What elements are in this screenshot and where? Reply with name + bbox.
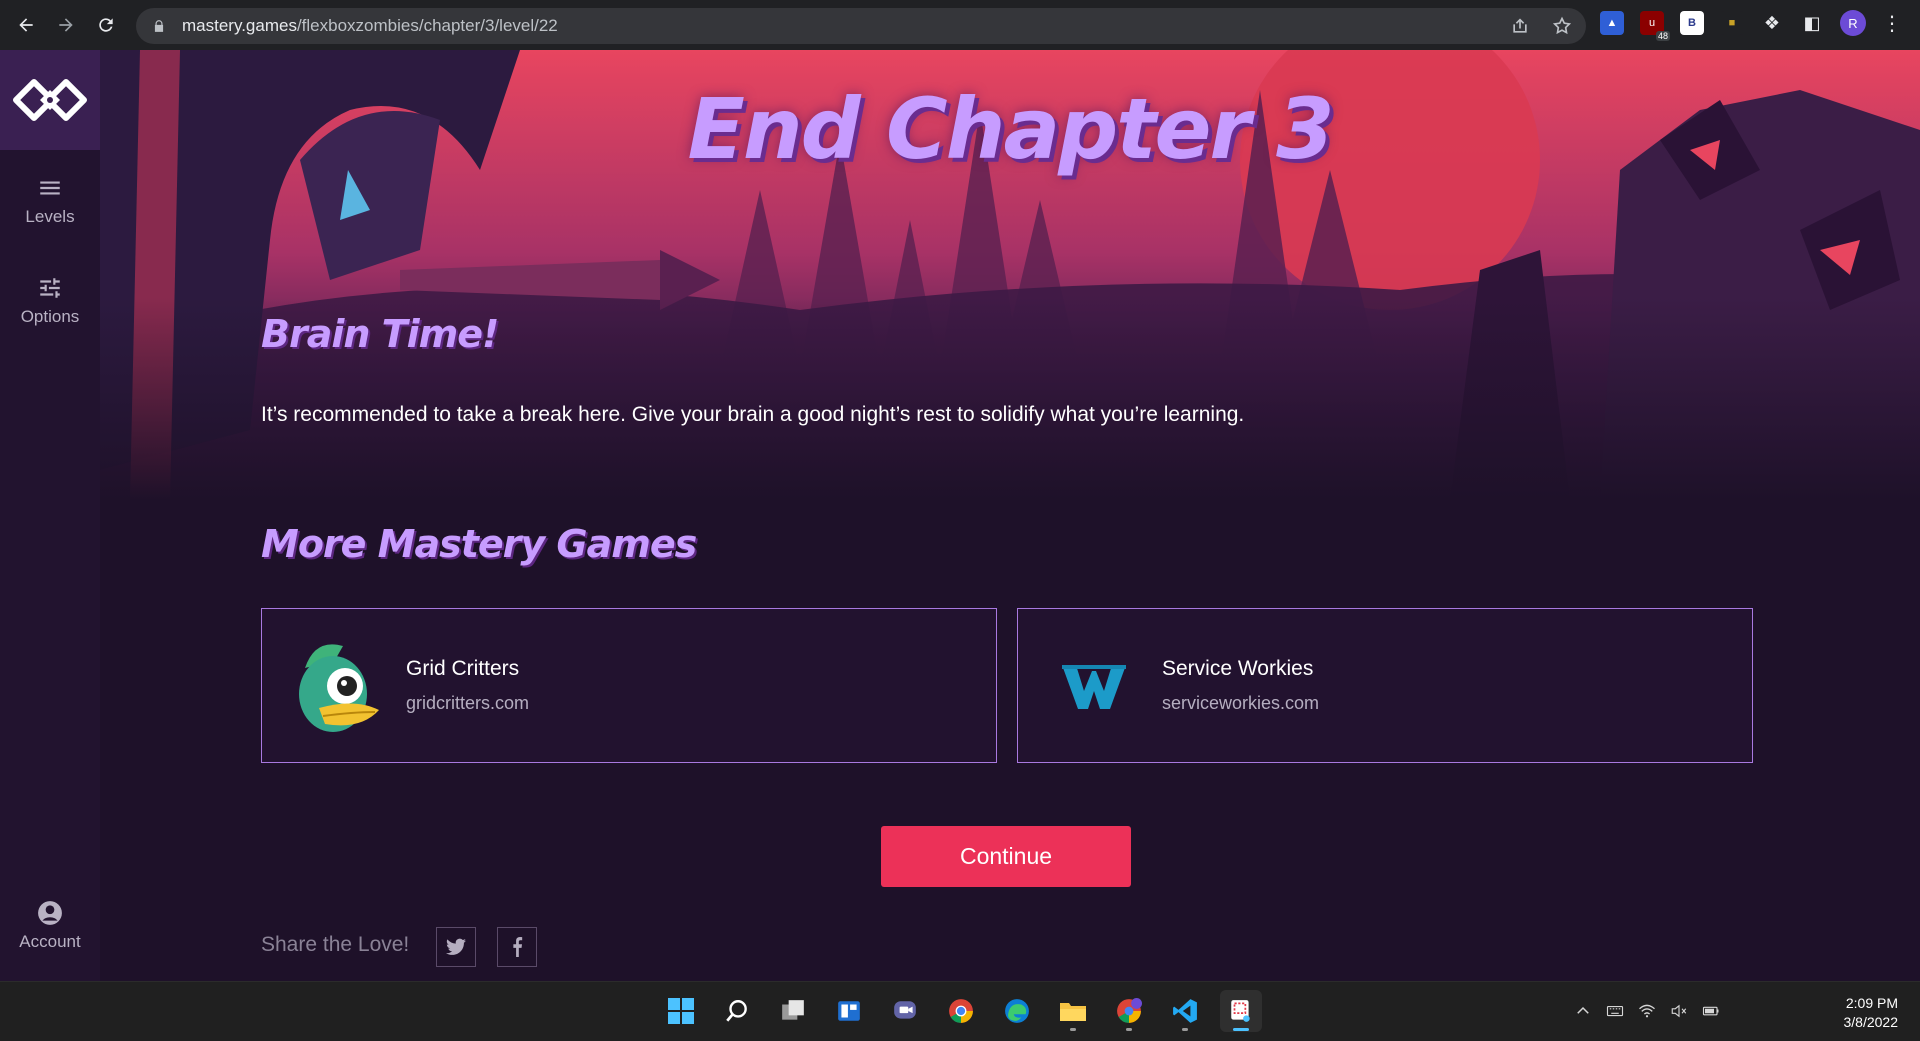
chrome-menu-icon[interactable]: ⋮ — [1882, 11, 1902, 36]
account-icon — [38, 901, 62, 925]
grid-critters-logo — [288, 636, 388, 736]
side-panel-icon[interactable]: ◧ — [1800, 11, 1824, 35]
wifi-icon[interactable] — [1638, 1002, 1656, 1020]
game-card-title: Service Workies — [1162, 657, 1314, 680]
mastery-logo-icon — [13, 79, 87, 121]
taskbar-clock[interactable]: 2:09 PM 3/8/2022 — [1844, 994, 1899, 1032]
running-indicator — [1233, 1028, 1249, 1031]
clock-date: 3/8/2022 — [1843, 1014, 1899, 1030]
browser-toolbar: mastery.games/flexboxzombies/chapter/3/l… — [0, 0, 1920, 50]
task-view-icon — [782, 1000, 804, 1020]
facebook-share-button[interactable] — [497, 927, 537, 967]
main-content: End Chapter 3 Brain Time! It’s recommend… — [100, 50, 1920, 981]
sliders-icon — [40, 278, 60, 298]
extension-ublock-icon[interactable]: u 48 — [1640, 11, 1670, 41]
game-card-url: serviceworkies.com — [1162, 693, 1320, 713]
snipping-tool-button[interactable] — [1220, 990, 1262, 1032]
game-card-url: gridcritters.com — [406, 693, 530, 713]
sidebar: Levels Options Account — [0, 50, 100, 981]
running-indicator — [1182, 1028, 1188, 1031]
chat-icon — [894, 1001, 916, 1019]
twitter-share-button[interactable] — [436, 927, 476, 967]
folder-icon — [1060, 1003, 1086, 1021]
sidebar-item-label: Account — [19, 932, 81, 951]
bookmark-star-icon[interactable] — [1552, 16, 1572, 36]
vscode-button[interactable] — [1164, 990, 1206, 1032]
mastery-logo[interactable] — [0, 50, 100, 150]
url-path: /flexboxzombies/chapter/3/level/22 — [296, 16, 558, 35]
more-games-heading: More Mastery Games — [261, 522, 697, 566]
running-indicator — [1126, 1028, 1132, 1031]
critter-icon — [299, 643, 379, 732]
edge-icon — [1005, 999, 1029, 1023]
chrome-profile-button[interactable] — [1108, 990, 1150, 1032]
back-button[interactable] — [8, 7, 44, 43]
brain-time-heading: Brain Time! — [261, 312, 499, 356]
share-page-icon[interactable] — [1510, 16, 1530, 36]
extension-badge: 48 — [1655, 31, 1670, 41]
game-card-grid-critters[interactable]: Grid Critters gridcritters.com — [261, 608, 997, 763]
search-button[interactable] — [716, 990, 758, 1032]
game-card-title: Grid Critters — [406, 657, 520, 680]
extension-shield-icon[interactable]: ▲ — [1600, 11, 1624, 35]
vscode-icon — [1173, 999, 1197, 1023]
profile-initial: R — [1848, 15, 1858, 31]
service-workies-logo — [1044, 636, 1144, 736]
widgets-button[interactable] — [828, 990, 870, 1032]
profile-avatar[interactable]: R — [1840, 10, 1866, 36]
url-text: mastery.games/flexboxzombies/chapter/3/l… — [182, 16, 558, 36]
chrome-profile-icon — [1117, 998, 1142, 1023]
chrome-app-button[interactable] — [940, 990, 982, 1032]
extension-dark-icon[interactable]: ■ — [1720, 11, 1744, 35]
extension-b-icon[interactable]: B — [1680, 11, 1704, 35]
arrow-left-icon — [19, 18, 33, 32]
arrow-right-icon — [59, 18, 73, 32]
sidebar-item-levels[interactable]: Levels — [0, 175, 100, 227]
file-explorer-button[interactable] — [1052, 990, 1094, 1032]
reload-button[interactable] — [88, 7, 124, 43]
start-button[interactable] — [660, 990, 702, 1032]
game-card-service-workies[interactable]: Service Workies serviceworkies.com — [1017, 608, 1753, 763]
sidebar-item-account[interactable]: Account — [0, 900, 100, 952]
battery-icon[interactable] — [1702, 1002, 1720, 1020]
sidebar-item-label: Levels — [25, 207, 75, 226]
system-tray — [1574, 1002, 1720, 1020]
windows-taskbar: 2:09 PM 3/8/2022 — [0, 981, 1920, 1041]
address-bar[interactable]: mastery.games/flexboxzombies/chapter/3/l… — [136, 8, 1586, 44]
brain-time-text: It’s recommended to take a break here. G… — [261, 403, 1245, 426]
edge-app-button[interactable] — [996, 990, 1038, 1032]
continue-button[interactable]: Continue — [881, 826, 1131, 887]
lock-icon — [154, 20, 164, 32]
windows-start-icon — [668, 998, 694, 1024]
chrome-icon — [949, 999, 973, 1023]
twitter-icon — [446, 938, 466, 955]
clock-time: 2:09 PM — [1845, 995, 1898, 1011]
extensions-puzzle-icon[interactable]: ❖ — [1760, 11, 1784, 35]
menu-icon — [40, 181, 60, 195]
chevron-up-icon[interactable] — [1574, 1002, 1592, 1020]
url-host: mastery.games — [182, 16, 297, 35]
search-icon — [726, 1000, 747, 1022]
reload-icon — [99, 18, 113, 32]
chapter-title: End Chapter 3 — [687, 80, 1334, 178]
running-indicator — [1070, 1028, 1076, 1031]
task-view-button[interactable] — [772, 990, 814, 1032]
forward-button[interactable] — [48, 7, 84, 43]
facebook-icon — [513, 937, 523, 957]
w-logo-icon — [1062, 664, 1126, 709]
volume-muted-icon[interactable] — [1670, 1002, 1688, 1020]
sidebar-item-label: Options — [20, 307, 80, 326]
share-label: Share the Love! — [261, 933, 410, 956]
teams-chat-button[interactable] — [884, 990, 926, 1032]
extension-b-label: B — [1688, 17, 1696, 29]
keyboard-icon[interactable] — [1606, 1002, 1624, 1020]
snipping-tool-icon — [1231, 1000, 1250, 1022]
sidebar-item-options[interactable]: Options — [0, 275, 100, 327]
widgets-icon — [838, 1001, 860, 1021]
